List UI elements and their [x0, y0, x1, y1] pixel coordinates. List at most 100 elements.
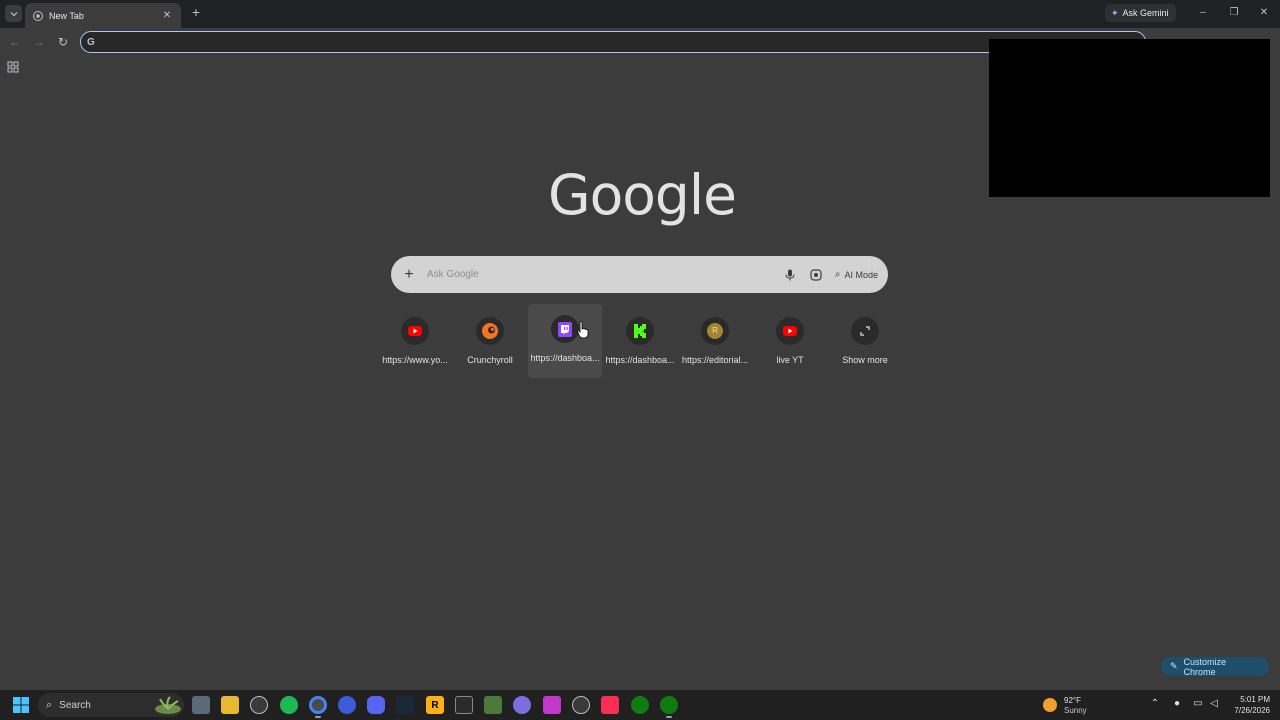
apple-music-icon[interactable] — [601, 696, 619, 714]
xbox-icon[interactable] — [631, 696, 649, 714]
redacted-overlay — [989, 39, 1270, 197]
ask-gemini-label: Ask Gemini — [1122, 8, 1169, 18]
shortcut-icon-bg — [851, 317, 879, 345]
app-icon[interactable] — [250, 696, 268, 714]
chrome-icon[interactable] — [309, 696, 327, 714]
minimize-button[interactable]: – — [1196, 6, 1210, 20]
restore-button[interactable]: ❐ — [1227, 6, 1241, 20]
ai-mode-label: AI Mode — [844, 269, 878, 280]
search-icon: ⌕ — [46, 698, 53, 711]
new-tab-button[interactable]: + — [188, 5, 204, 21]
youtube-icon — [783, 326, 797, 336]
shortcut-label: https://dashboa... — [530, 353, 600, 363]
crunchyroll-icon — [482, 323, 498, 339]
shortcut-label: live YT — [776, 355, 804, 365]
app-icon[interactable] — [543, 696, 561, 714]
shortcut-label: https://editorial... — [681, 355, 749, 365]
search-box[interactable]: + ⌕ AI Mode — [391, 256, 888, 293]
app-icon[interactable] — [572, 696, 590, 714]
voice-search-button[interactable] — [777, 262, 803, 288]
microphone-icon — [785, 269, 795, 280]
search-input[interactable] — [427, 269, 777, 280]
windows-start-icon[interactable] — [13, 697, 29, 713]
reload-button[interactable]: ↻ — [55, 34, 71, 50]
spotify-icon[interactable] — [280, 696, 298, 714]
shortcut-icon-bg — [551, 315, 579, 343]
twitch-icon — [558, 321, 572, 337]
customize-chrome-button[interactable]: ✎ Customize Chrome — [1161, 656, 1269, 677]
search-highlight-image — [155, 696, 181, 714]
taskbar-search-label: Search — [59, 699, 91, 711]
letter-r-icon: R — [707, 323, 723, 339]
game-app-icon[interactable] — [484, 696, 502, 714]
address-bar[interactable]: G — [80, 31, 1146, 53]
volume-icon[interactable]: ◁ — [1208, 698, 1220, 710]
close-tab-icon[interactable]: ✕ — [161, 10, 173, 21]
hand-cursor-icon — [577, 321, 589, 339]
epic-games-icon[interactable] — [455, 696, 473, 714]
google-logo: Google — [548, 163, 737, 227]
weather-temp: 92°F — [1064, 696, 1081, 705]
weather-condition: Sunny — [1064, 706, 1087, 715]
close-window-button[interactable]: ✕ — [1257, 6, 1271, 20]
tab-new-tab[interactable]: New Tab ✕ — [25, 3, 181, 28]
title-bar: New Tab ✕ + ✦ Ask Gemini – ❐ ✕ — [0, 0, 1280, 28]
chevron-down-icon — [10, 11, 17, 16]
shortcut-label: Show more — [842, 355, 888, 365]
shortcut-icon-bg — [401, 317, 429, 345]
shortcut-youtube[interactable]: https://www.yo... — [378, 304, 452, 378]
shortcut-icon-bg — [626, 317, 654, 345]
clock-date: 7/26/2026 — [1234, 706, 1270, 715]
lens-search-button[interactable] — [803, 262, 829, 288]
taskbar-search[interactable]: ⌕ Search — [38, 693, 184, 717]
active-app-indicator — [666, 716, 672, 718]
shortcut-live-yt[interactable]: live YT — [753, 304, 827, 378]
shortcut-label: https://dashboa... — [605, 355, 675, 365]
rockstar-icon[interactable]: R — [426, 696, 444, 714]
expand-icon — [860, 326, 870, 336]
copilot-icon[interactable] — [513, 696, 531, 714]
shortcut-kick[interactable]: https://dashboa... — [603, 304, 677, 378]
microphone-icon[interactable]: ● — [1171, 698, 1183, 710]
shortcut-label: Crunchyroll — [467, 355, 513, 365]
ask-gemini-button[interactable]: ✦ Ask Gemini — [1105, 4, 1176, 22]
file-explorer-icon[interactable] — [221, 696, 239, 714]
ai-mode-button[interactable]: ⌕ AI Mode — [835, 269, 878, 280]
shortcut-label: https://www.yo... — [382, 355, 448, 365]
clock-time: 5:01 PM — [1240, 695, 1270, 704]
xbox-icon[interactable] — [660, 696, 678, 714]
chevron-up-icon[interactable]: ⌃ — [1149, 698, 1161, 710]
youtube-icon — [408, 326, 422, 336]
tab-search-button[interactable] — [5, 5, 22, 22]
shortcut-icon-bg: R — [701, 317, 729, 345]
clock[interactable]: 5:01 PM 7/26/2026 — [1224, 694, 1270, 716]
shortcut-icon-bg — [476, 317, 504, 345]
customize-label: Customize Chrome — [1183, 656, 1227, 677]
ai-search-icon: ⌕ — [834, 269, 841, 280]
chrome-icon — [33, 10, 43, 21]
weather-widget[interactable]: 92°F Sunny — [1043, 694, 1103, 716]
steam-icon[interactable] — [396, 696, 414, 714]
shortcut-twitch[interactable]: https://dashboa... — [528, 304, 602, 378]
add-plus-icon[interactable]: + — [391, 266, 427, 284]
camera-lens-icon — [810, 268, 822, 281]
gemini-spark-icon: ✦ — [1111, 7, 1119, 18]
kick-icon — [634, 324, 646, 338]
task-view-icon[interactable] — [192, 696, 210, 714]
shortcut-crunchyroll[interactable]: Crunchyroll — [453, 304, 527, 378]
taskbar: ⌕ Search R 92°F Sunny ⌃ ● ▭ ◁ 5:01 PM 7/… — [0, 690, 1280, 720]
shortcut-icon-bg — [776, 317, 804, 345]
shortcut-show-more[interactable]: Show more — [828, 304, 902, 378]
pencil-icon: ✎ — [1170, 661, 1178, 671]
google-g-icon: G — [87, 36, 95, 48]
ea-app-icon[interactable] — [338, 696, 356, 714]
shortcut-editorial[interactable]: R https://editorial... — [678, 304, 752, 378]
back-button[interactable]: ← — [7, 34, 23, 50]
forward-button[interactable]: → — [31, 34, 47, 50]
apps-grid-icon[interactable] — [7, 61, 19, 73]
network-icon[interactable]: ▭ — [1192, 698, 1204, 710]
tab-title: New Tab — [49, 10, 84, 21]
sun-icon — [1043, 698, 1057, 712]
discord-icon[interactable] — [367, 696, 385, 714]
shortcut-tiles: https://www.yo... Crunchyroll https://da… — [378, 304, 904, 380]
